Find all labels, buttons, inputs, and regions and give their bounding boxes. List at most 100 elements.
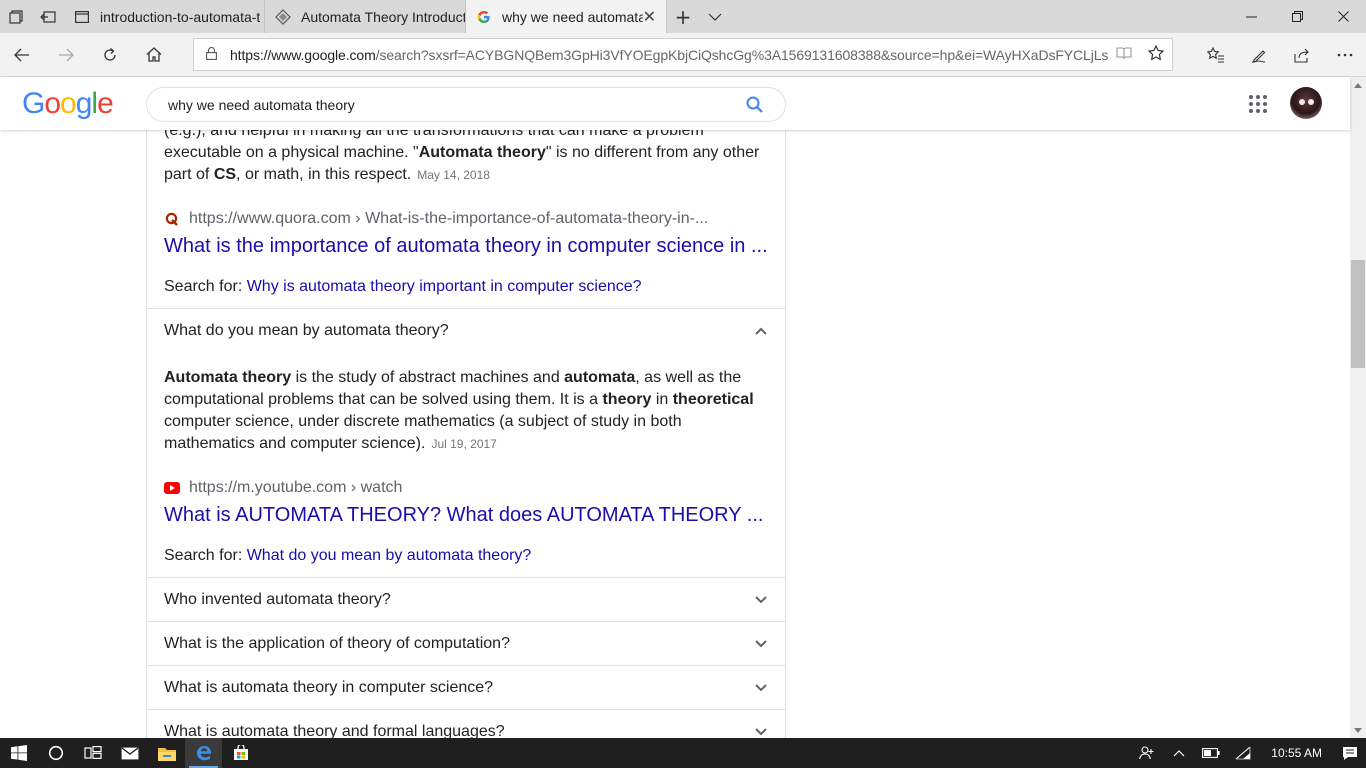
google-header: Google why we need automata theory [0, 77, 1350, 130]
apps-dot [1256, 95, 1260, 99]
tab-list-chevron-icon[interactable] [699, 0, 731, 33]
quora-icon [164, 211, 180, 227]
tab-overview-icon[interactable] [0, 0, 32, 33]
scroll-down-arrow-icon[interactable] [1350, 722, 1366, 738]
new-tab-button[interactable]: + [667, 0, 699, 33]
show-hidden-icons-chevron-icon[interactable] [1163, 738, 1195, 768]
wifi-icon[interactable] [1227, 738, 1259, 768]
result-title-link[interactable]: What is the importance of automata theor… [147, 233, 785, 259]
result-source[interactable]: https://m.youtube.com › watch [147, 477, 785, 499]
logo-letter: o [60, 87, 77, 120]
action-center-icon[interactable] [1334, 738, 1366, 768]
snippet-text: , as well as the [635, 369, 742, 386]
set-tabs-aside-icon[interactable] [32, 0, 64, 33]
avatar-detail [1299, 99, 1305, 105]
snippet-text: computational problems that can be solve… [164, 391, 603, 408]
result-url: https://www.quora.com › What-is-the-impo… [189, 210, 709, 227]
chevron-down-icon[interactable] [754, 637, 768, 651]
battery-icon[interactable] [1195, 738, 1227, 768]
result-source[interactable]: https://www.quora.com › What-is-the-impo… [147, 208, 785, 230]
search-icon[interactable] [745, 95, 765, 118]
share-icon[interactable] [1280, 33, 1323, 77]
snippet-text: in [651, 391, 673, 408]
reading-view-icon[interactable] [1108, 45, 1140, 64]
snippet-bold: theoretical [672, 391, 754, 408]
favorites-hub-icon[interactable] [1194, 33, 1237, 77]
question-text: What do you mean by automata theory? [164, 321, 449, 339]
account-avatar[interactable] [1290, 87, 1322, 119]
snippet-text: is the study of abstract machines and [291, 369, 565, 386]
tab-strip: introduction-to-automata-t Automata Theo… [0, 0, 1366, 33]
snippet-line: part of CS, or math, in this respect. May… [164, 164, 768, 186]
question-text: What is automata theory and formal langu… [164, 722, 505, 739]
task-view-icon[interactable] [74, 738, 111, 768]
tab-label: why we need automata [502, 8, 643, 25]
apps-dot [1256, 109, 1260, 113]
minimize-button[interactable] [1228, 0, 1274, 33]
close-window-button[interactable] [1320, 0, 1366, 33]
close-tab-icon[interactable]: ✕ [643, 7, 656, 26]
more-options-icon[interactable] [1323, 33, 1366, 77]
edge-browser-icon[interactable] [185, 738, 222, 768]
chevron-down-icon[interactable] [754, 593, 768, 607]
snippet-bold: Automata theory [164, 369, 292, 386]
back-arrow-icon[interactable] [0, 33, 44, 77]
tab-automata-theory-introduction[interactable]: Automata Theory Introduct [265, 0, 466, 33]
logo-letter: e [97, 87, 114, 120]
tab-introduction-to-automata[interactable]: introduction-to-automata-t [64, 0, 265, 33]
lock-icon[interactable] [206, 46, 220, 63]
snippet-line: (e.g.), and helpful in making all the tr… [164, 130, 704, 139]
file-explorer-icon[interactable] [148, 738, 185, 768]
search-for-link[interactable]: What do you mean by automata theory? [247, 547, 532, 564]
search-for-label: Search for: [164, 278, 247, 295]
chevron-up-icon[interactable] [754, 324, 768, 338]
url-text[interactable]: https://www.google.com/search?sxsrf=ACYB… [230, 47, 1108, 63]
scrollbar-thumb[interactable] [1351, 260, 1365, 368]
logo-letter: G [22, 87, 45, 120]
site-logo-icon [275, 8, 291, 25]
snippet-line: Automata theory is the study of abstract… [164, 367, 768, 389]
scroll-up-arrow-icon[interactable] [1350, 77, 1366, 93]
apps-dot [1263, 109, 1267, 113]
tab-label: Automata Theory Introduct [301, 8, 465, 25]
people-icon[interactable] [1131, 738, 1163, 768]
start-windows-icon[interactable] [0, 738, 37, 768]
navigation-bar: https://www.google.com/search?sxsrf=ACYB… [0, 33, 1366, 77]
forward-arrow-icon[interactable] [44, 33, 88, 77]
favorite-star-icon[interactable] [1140, 44, 1172, 65]
tab-why-we-need-automata[interactable]: why we need automata ✕ [466, 0, 667, 33]
google-logo[interactable]: Google [22, 87, 114, 121]
restore-button[interactable] [1274, 0, 1320, 33]
google-apps-icon[interactable] [1249, 95, 1267, 113]
page-scrollbar[interactable] [1350, 77, 1366, 738]
chevron-down-icon[interactable] [754, 725, 768, 739]
cortana-search-icon[interactable] [37, 738, 74, 768]
chevron-down-icon[interactable] [754, 681, 768, 695]
snippet-bold: automata [564, 369, 636, 386]
toolbar-right [1194, 33, 1366, 77]
question-collapsed[interactable]: Who invented automata theory? [147, 577, 785, 621]
taskbar-clock[interactable]: 10:55 AM [1259, 746, 1334, 760]
store-bag-icon[interactable] [222, 738, 259, 768]
address-bar[interactable]: https://www.google.com/search?sxsrf=ACYB… [193, 38, 1173, 71]
question-collapsed[interactable]: What is the application of theory of com… [147, 621, 785, 665]
mail-app-icon[interactable] [111, 738, 148, 768]
question-expanded[interactable]: What do you mean by automata theory? [147, 308, 785, 352]
question-text: What is the application of theory of com… [164, 634, 510, 652]
home-icon[interactable] [132, 33, 176, 77]
refresh-icon[interactable] [88, 33, 132, 77]
search-for-link[interactable]: Why is automata theory important in comp… [247, 278, 642, 295]
snippet-bold: theory [602, 391, 652, 408]
windows-taskbar: 10:55 AM [0, 738, 1366, 768]
apps-dot [1249, 109, 1253, 113]
question-collapsed[interactable]: What is automata theory and formal langu… [147, 709, 785, 738]
web-note-pen-icon[interactable] [1237, 33, 1280, 77]
search-query[interactable]: why we need automata theory [168, 97, 355, 113]
snippet-date: Jul 19, 2017 [431, 437, 497, 451]
google-search-box[interactable]: why we need automata theory [146, 87, 786, 122]
question-text: Who invented automata theory? [164, 590, 391, 608]
result-title-link[interactable]: What is AUTOMATA THEORY? What does AUTOM… [147, 502, 785, 528]
snippet-text: executable on a physical machine. " [164, 144, 419, 161]
question-collapsed[interactable]: What is automata theory in computer scie… [147, 665, 785, 709]
search-for-line: Search for: Why is automata theory impor… [147, 278, 785, 308]
